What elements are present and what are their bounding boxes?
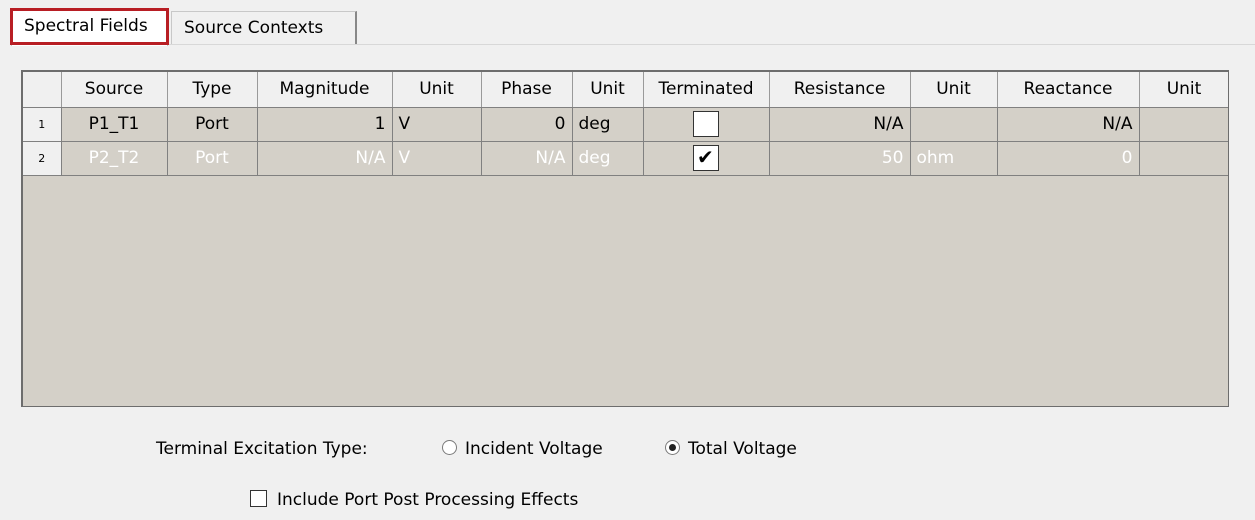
cell-terminated: ✔: [643, 141, 770, 176]
cell-source[interactable]: P1_T1: [61, 107, 168, 142]
col-header-resistance[interactable]: Resistance: [769, 72, 911, 108]
radio-incident-voltage[interactable]: Incident Voltage: [442, 437, 603, 461]
tab-source-contexts-label: Source Contexts: [184, 18, 324, 38]
cell-resistance[interactable]: N/A: [769, 107, 911, 142]
col-header-reactance[interactable]: Reactance: [997, 72, 1140, 108]
radio-total-voltage[interactable]: Total Voltage: [665, 437, 797, 461]
col-header-phase[interactable]: Phase: [481, 72, 573, 108]
col-header-terminated[interactable]: Terminated: [643, 72, 770, 108]
table-row[interactable]: 1 P1_T1 Port 1 V 0 deg N/A N/A: [23, 107, 1228, 142]
excitation-type-label: Terminal Excitation Type:: [156, 439, 368, 459]
check-icon: ✔: [697, 145, 714, 169]
cell-reactance-unit[interactable]: [1139, 107, 1228, 142]
cell-source[interactable]: P2_T2: [61, 141, 168, 176]
post-processing-checkbox[interactable]: Include Port Post Processing Effects: [250, 488, 578, 512]
sources-grid[interactable]: Source Type Magnitude Unit Phase Unit Te…: [21, 70, 1229, 407]
cell-resistance-unit[interactable]: [910, 107, 998, 142]
cell-reactance[interactable]: N/A: [997, 107, 1140, 142]
cell-magnitude[interactable]: 1: [257, 107, 393, 142]
cell-reactance[interactable]: 0: [997, 141, 1140, 176]
cell-phase-unit[interactable]: deg: [572, 141, 644, 176]
checkbox-icon: [250, 489, 267, 507]
terminated-checkbox[interactable]: [693, 111, 719, 137]
header-row: Source Type Magnitude Unit Phase Unit Te…: [23, 72, 1228, 108]
cell-phase[interactable]: 0: [481, 107, 573, 142]
cell-type[interactable]: Port: [167, 141, 258, 176]
col-header-resistance-unit[interactable]: Unit: [910, 72, 998, 108]
cell-reactance-unit[interactable]: [1139, 141, 1228, 176]
terminated-checkbox[interactable]: ✔: [693, 145, 719, 171]
post-processing-label: Include Port Post Processing Effects: [277, 490, 579, 510]
corner-header[interactable]: [23, 72, 62, 108]
cell-magnitude-unit[interactable]: V: [392, 141, 482, 176]
cell-phase-unit[interactable]: deg: [572, 107, 644, 142]
tab-source-contexts[interactable]: Source Contexts: [171, 11, 357, 44]
table-row-selected[interactable]: 2 P2_T2 Port N/A V N/A deg ✔ 50 ohm 0: [23, 141, 1228, 176]
radio-total-voltage-icon: [665, 439, 680, 455]
sources-table: Source Type Magnitude Unit Phase Unit Te…: [23, 72, 1228, 176]
col-header-reactance-unit[interactable]: Unit: [1139, 72, 1228, 108]
cell-resistance[interactable]: 50: [769, 141, 911, 176]
cell-type[interactable]: Port: [167, 107, 258, 142]
radio-total-voltage-label: Total Voltage: [688, 439, 797, 459]
cell-magnitude[interactable]: N/A: [257, 141, 393, 176]
col-header-source[interactable]: Source: [61, 72, 168, 108]
tab-spectral-fields-label: Spectral Fields: [24, 16, 148, 36]
cell-resistance-unit[interactable]: ohm: [910, 141, 998, 176]
cell-magnitude-unit[interactable]: V: [392, 107, 482, 142]
col-header-phase-unit[interactable]: Unit: [572, 72, 644, 108]
cell-phase[interactable]: N/A: [481, 141, 573, 176]
col-header-magnitude[interactable]: Magnitude: [257, 72, 393, 108]
col-header-type[interactable]: Type: [167, 72, 258, 108]
row-header[interactable]: 1: [23, 107, 62, 142]
row-header[interactable]: 2: [23, 141, 62, 176]
tab-spectral-fields[interactable]: Spectral Fields: [11, 8, 168, 46]
radio-incident-voltage-label: Incident Voltage: [465, 439, 603, 459]
cell-terminated: [643, 107, 770, 142]
col-header-magnitude-unit[interactable]: Unit: [392, 72, 482, 108]
radio-incident-voltage-icon: [442, 439, 457, 455]
